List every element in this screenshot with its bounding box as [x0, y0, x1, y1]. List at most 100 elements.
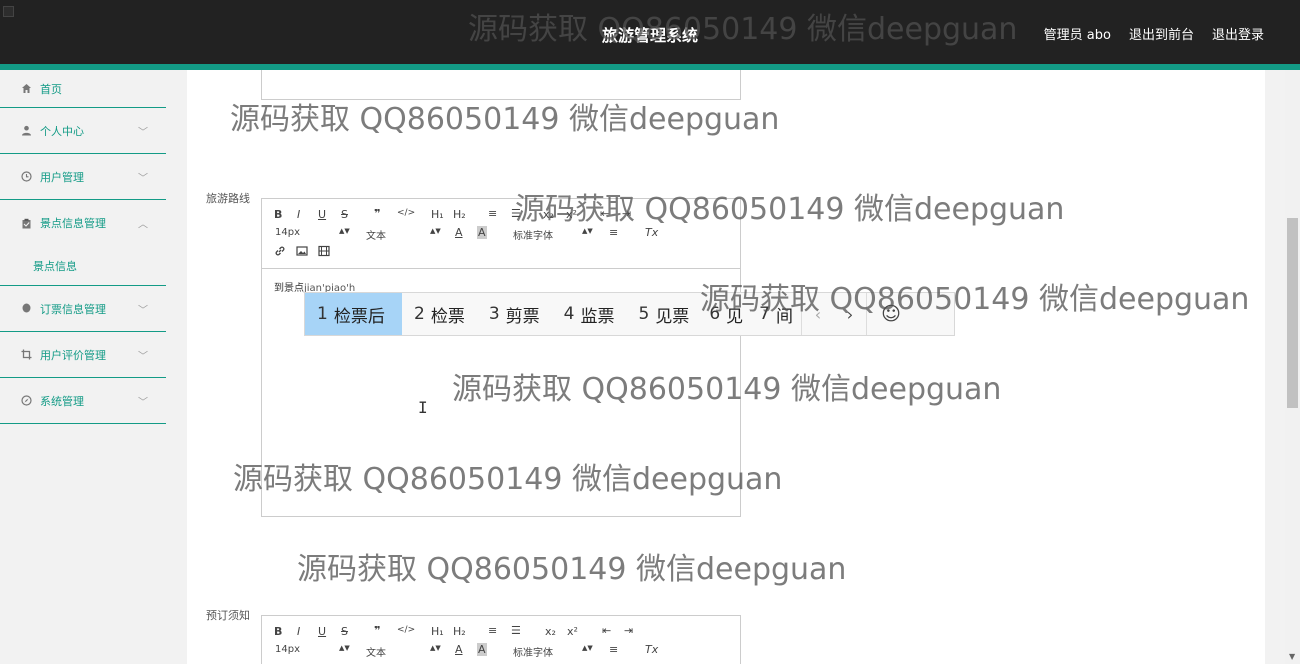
chevron-down-icon: ﹀ [138, 397, 148, 408]
superscript-button[interactable]: x² [567, 625, 578, 638]
ime-candidate-1[interactable]: 1 检票后 [305, 293, 402, 335]
select-arrow-icon: ▲▼ [582, 227, 593, 235]
candidate-text: 监票 [580, 306, 615, 327]
chevron-up-icon: ︿ [138, 219, 148, 231]
bold-button[interactable]: B [274, 625, 282, 638]
background-color-button[interactable]: A [477, 226, 487, 239]
indent-button[interactable]: ⇥ [622, 207, 631, 220]
candidate-number: 3 [488, 304, 500, 324]
sidebar-item-label: 首页 [40, 82, 62, 96]
candidate-number: 4 [563, 304, 575, 324]
h1-button[interactable]: H₁ [431, 625, 444, 638]
ime-prev-page-icon[interactable]: ‹ [802, 293, 834, 335]
scroll-down-arrow-icon[interactable]: ▼ [1289, 652, 1295, 661]
select-arrow-icon: ▲▼ [582, 644, 593, 652]
font-size-value: 14px [275, 227, 300, 238]
ime-candidate-2[interactable]: 2 检票 [402, 293, 477, 335]
underline-button[interactable]: U [318, 625, 326, 638]
font-size-select[interactable]: 14px ▲▼ [275, 227, 350, 238]
font-family-value: 标准字体 [513, 648, 553, 659]
window-corner-icon [3, 6, 14, 17]
align-button[interactable]: ≡ [609, 643, 618, 656]
outdent-button[interactable]: ⇤ [600, 207, 609, 220]
admin-user-link[interactable]: 管理员 abo [1044, 24, 1111, 43]
ime-candidate-7[interactable]: 7间 [751, 293, 801, 335]
candidate-text: 检票后 [333, 306, 385, 327]
compass-icon [20, 395, 32, 407]
ordered-list-button[interactable]: ≡ [488, 624, 497, 637]
text-color-button[interactable]: A [455, 226, 463, 239]
pin-icon [20, 303, 32, 315]
sidebar-item-home[interactable]: 首页 [0, 70, 166, 108]
font-family-select[interactable]: 标准字体 ▲▼ [513, 644, 593, 659]
text-color-button[interactable]: A [455, 643, 463, 656]
italic-button[interactable]: I [297, 625, 300, 638]
route-rich-text-editor[interactable]: B I U S ❞ </> H₁ H₂ ≡ ☰ x₂ x² ⇤ ⇥ 14px ▲▼… [261, 198, 741, 517]
subscript-button[interactable]: x₂ [543, 208, 554, 221]
exit-to-frontend-link[interactable]: 退出到前台 [1129, 24, 1194, 43]
underline-button[interactable]: U [318, 208, 326, 221]
font-family-value: 标准字体 [513, 231, 553, 242]
ime-candidate-5[interactable]: 5 见票 [626, 293, 701, 335]
sidebar-item-attraction-management[interactable]: 景点信息管理 ︿ [0, 200, 166, 246]
logout-link[interactable]: 退出登录 [1212, 24, 1264, 43]
select-arrow-icon: ▲▼ [339, 644, 350, 652]
indent-button[interactable]: ⇥ [624, 624, 633, 637]
bullet-list-button[interactable]: ☰ [511, 624, 521, 637]
ime-candidate-4[interactable]: 4 监票 [552, 293, 627, 335]
background-color-button[interactable]: A [477, 643, 487, 656]
sidebar-item-user-management[interactable]: 用户管理 ﹀ [0, 154, 166, 200]
home-icon [20, 83, 32, 95]
video-icon[interactable] [318, 245, 330, 260]
align-button[interactable]: ≡ [609, 226, 618, 239]
font-family-select[interactable]: 标准字体 ▲▼ [513, 227, 593, 242]
superscript-button[interactable]: x² [566, 208, 577, 221]
sidebar-subitem-label: 景点信息 [33, 259, 77, 273]
sidebar-item-review-management[interactable]: 用户评价管理 ﹀ [0, 332, 166, 378]
ordered-list-button[interactable]: ≡ [488, 207, 497, 220]
notice-rich-text-editor[interactable]: B I U S ❞ </> H₁ H₂ ≡ ☰ x₂ x² ⇤ ⇥ 14px ▲▼… [261, 615, 741, 664]
h1-button[interactable]: H₁ [431, 208, 444, 221]
quote-button[interactable]: ❞ [374, 207, 380, 220]
italic-button[interactable]: I [297, 208, 300, 221]
sidebar-item-system-management[interactable]: 系统管理 ﹀ [0, 378, 166, 424]
sidebar-subitem-attraction-info[interactable]: 景点信息 [0, 246, 166, 286]
bullet-list-button[interactable]: ☰ [511, 207, 521, 220]
format-select[interactable]: 文本 ▲▼ [366, 644, 441, 659]
format-select[interactable]: 文本 ▲▼ [366, 227, 441, 242]
quote-button[interactable]: ❞ [374, 624, 380, 637]
route-field-label: 旅游路线 [206, 192, 250, 205]
subscript-button[interactable]: x₂ [545, 625, 556, 638]
link-icon[interactable] [274, 245, 286, 260]
clean-format-button[interactable]: Tx [645, 643, 658, 656]
strike-button[interactable]: S [341, 208, 348, 221]
ime-candidate-6[interactable]: 6见 [701, 293, 751, 335]
sidebar-item-ticket-management[interactable]: 订票信息管理 ﹀ [0, 286, 166, 332]
bold-button[interactable]: B [274, 208, 282, 221]
chevron-down-icon: ﹀ [138, 127, 148, 138]
h2-button[interactable]: H₂ [453, 625, 466, 638]
h2-button[interactable]: H₂ [453, 208, 466, 221]
candidate-text: 剪票 [505, 306, 540, 327]
scrollbar-thumb[interactable] [1287, 218, 1298, 408]
code-button[interactable]: </> [397, 208, 415, 218]
font-size-select[interactable]: 14px ▲▼ [275, 644, 350, 655]
chevron-down-icon: ﹀ [138, 173, 148, 184]
ime-emoji-icon[interactable]: ☺ [867, 293, 915, 335]
ime-next-page-icon[interactable]: › [834, 293, 866, 335]
strike-button[interactable]: S [341, 625, 348, 638]
sidebar-item-personal-center[interactable]: 个人中心 ﹀ [0, 108, 166, 154]
clean-format-button[interactable]: Tx [645, 226, 658, 239]
candidate-number: 7 [759, 304, 770, 324]
notice-field-label: 预订须知 [206, 609, 250, 622]
outdent-button[interactable]: ⇤ [602, 624, 611, 637]
ime-candidate-3[interactable]: 3 剪票 [477, 293, 552, 335]
previous-field-box[interactable] [261, 70, 741, 100]
candidate-number: 1 [317, 304, 328, 324]
code-button[interactable]: </> [397, 625, 415, 635]
select-arrow-icon: ▲▼ [339, 227, 350, 235]
image-icon[interactable] [296, 245, 308, 260]
sidebar: 首页 个人中心 ﹀ 用户管理 ﹀ 景点信息管理 ︿ 景点信息 订票信息管理 ﹀ [0, 70, 166, 664]
candidate-number: 5 [638, 304, 650, 324]
format-value: 文本 [366, 231, 386, 242]
